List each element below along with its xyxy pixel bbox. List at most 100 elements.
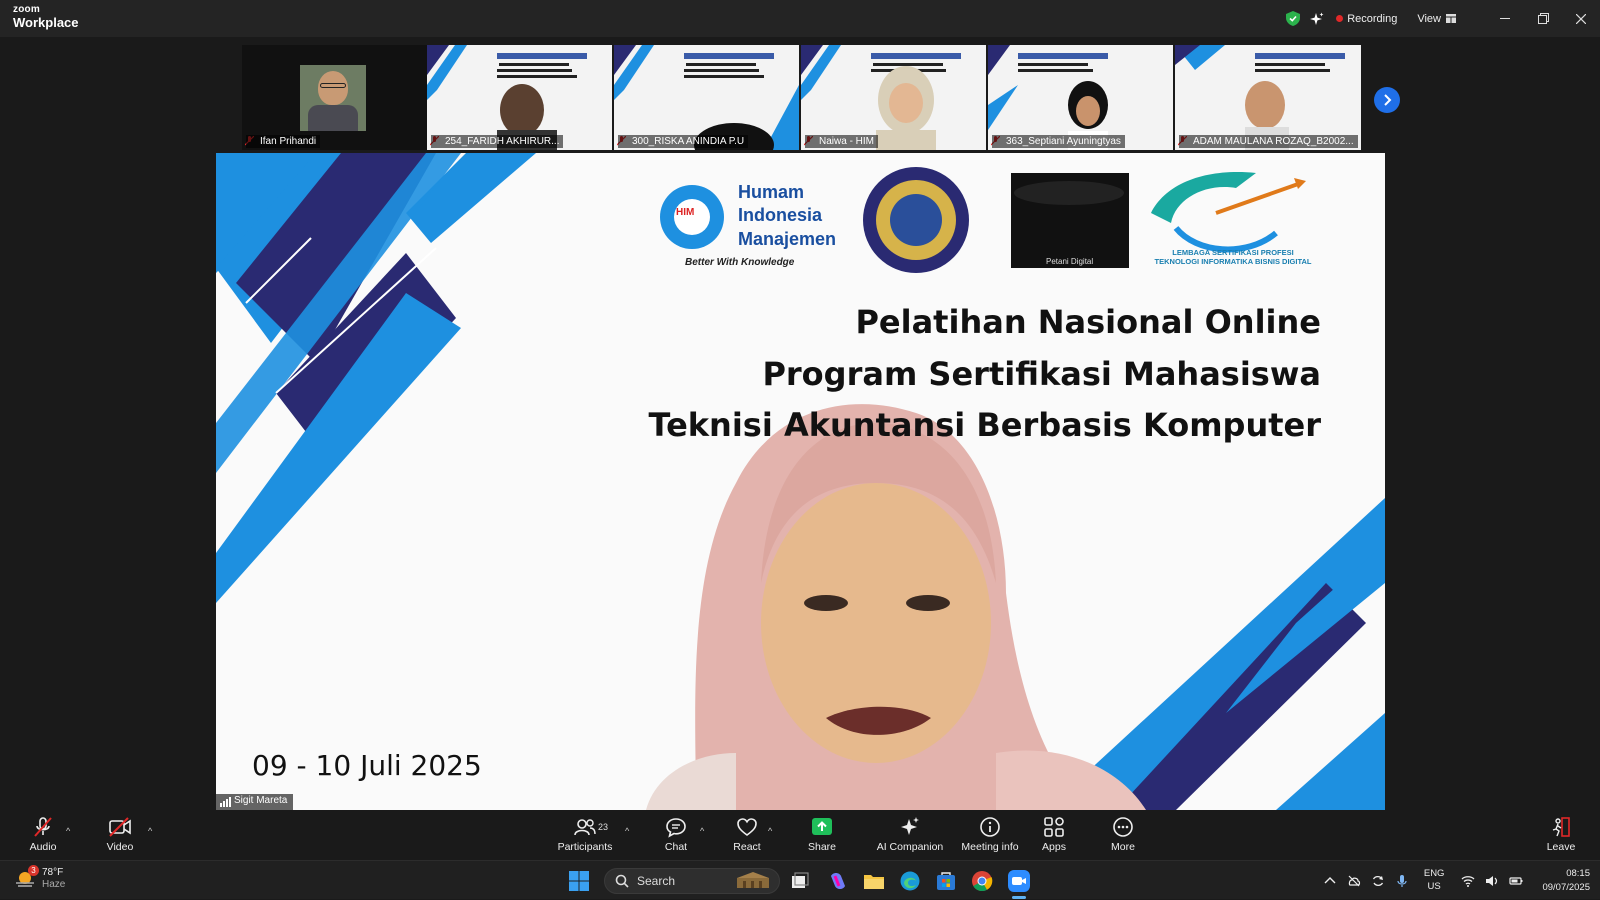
file-explorer-icon[interactable] — [863, 870, 885, 892]
audio-button[interactable]: Audio — [3, 816, 83, 853]
participants-icon — [574, 819, 596, 836]
him-tagline: Better With Knowledge — [685, 257, 795, 268]
participant-name: Naiwa - HIM — [805, 135, 879, 148]
share-label: Share — [807, 841, 837, 853]
video-options-caret-icon[interactable]: ^ — [148, 826, 152, 836]
signal-bars-icon — [220, 797, 231, 807]
app-logo: zoom Workplace — [13, 5, 79, 30]
encryption-shield-icon[interactable] — [1286, 11, 1301, 26]
weather-widget[interactable]: 3 78°F Haze — [14, 865, 66, 890]
chrome-browser-icon[interactable] — [971, 870, 993, 892]
wifi-icon[interactable] — [1461, 874, 1475, 888]
share-button[interactable]: Share — [782, 816, 862, 853]
sync-icon[interactable] — [1371, 874, 1385, 888]
react-options-caret-icon[interactable]: ^ — [768, 826, 772, 836]
participant-video — [300, 65, 366, 131]
leave-door-icon — [1552, 817, 1570, 837]
video-tile[interactable]: 300_RISKA ANINDIA P.U — [614, 45, 799, 150]
volume-icon[interactable] — [1485, 874, 1499, 888]
more-label: More — [1111, 841, 1135, 853]
info-icon — [980, 817, 1000, 837]
leave-button[interactable]: Leave — [1521, 816, 1600, 853]
participant-name: 300_RISKA ANINDIA P.U — [618, 135, 749, 148]
brand-name: Workplace — [13, 15, 79, 30]
petani-digital-logo: Petani Digital — [1046, 257, 1094, 266]
participants-button[interactable]: Participants — [545, 816, 625, 853]
restore-button[interactable] — [1524, 0, 1562, 37]
participants-label: Participants — [557, 841, 613, 853]
react-label: React — [733, 841, 761, 853]
chat-label: Chat — [664, 841, 688, 853]
slide-title-line-2: Program Sertifikasi Mahasiswa — [762, 355, 1321, 393]
ai-companion-label: AI Companion — [876, 841, 944, 853]
participant-name: ADAM MAULANA ROZAQ_B2002... — [1179, 135, 1358, 148]
system-clock[interactable]: 08:15 09/07/2025 — [1542, 867, 1590, 894]
active-speaker-label: Sigit Mareta — [216, 794, 294, 810]
cloud-off-icon[interactable] — [1347, 874, 1361, 888]
him-logo-badge: HIM — [676, 207, 695, 218]
show-hidden-icons-chevron-icon[interactable] — [1323, 874, 1337, 888]
weather-condition: Haze — [42, 879, 66, 890]
recording-indicator[interactable]: Recording — [1336, 13, 1397, 25]
participants-count: 23 — [598, 822, 609, 832]
meeting-info-label: Meeting info — [961, 841, 1019, 853]
gallery-strip: Ifan Prihandi 254_FARIDH AKHIRUR... 300_… — [0, 37, 1600, 153]
zoom-app-icon[interactable] — [1008, 870, 1030, 892]
weather-badge: 3 — [28, 865, 39, 876]
view-label: View — [1417, 12, 1441, 25]
edge-browser-icon[interactable] — [899, 870, 921, 892]
participant-name: 363_Septiani Ayuningtyas — [992, 135, 1125, 148]
apps-button[interactable]: Apps — [1014, 816, 1094, 853]
microphone-in-use-icon[interactable] — [1395, 874, 1409, 888]
minimize-icon — [1500, 18, 1510, 19]
video-tile[interactable]: ADAM MAULANA ROZAQ_B2002... — [1175, 45, 1361, 150]
ai-companion-sparkle-icon — [901, 817, 919, 835]
video-tile[interactable]: 254_FARIDH AKHIRUR... — [427, 45, 612, 150]
minimize-button[interactable] — [1486, 0, 1524, 37]
recording-dot-icon — [1336, 15, 1344, 22]
copilot-icon[interactable] — [827, 870, 849, 892]
search-placeholder: Search — [637, 874, 676, 888]
clock-date: 09/07/2025 — [1542, 881, 1590, 893]
participant-name: Ifan Prihandi — [246, 135, 321, 148]
weather-temp: 78°F — [42, 867, 64, 878]
title-bar: zoom Workplace Recording View — [0, 0, 1600, 37]
slide-title-line-1: Pelatihan Nasional Online — [855, 303, 1321, 341]
slide-title-line-3: Teknisi Akuntansi Berbasis Komputer — [648, 406, 1321, 444]
audio-label: Audio — [29, 841, 57, 853]
video-tile[interactable]: Naiwa - HIM — [801, 45, 986, 150]
heart-icon — [737, 818, 757, 836]
taskbar-search[interactable]: Search — [604, 868, 780, 894]
gallery-next-button[interactable] — [1374, 87, 1400, 113]
video-tile[interactable]: Ifan Prihandi — [242, 45, 427, 150]
participants-options-caret-icon[interactable]: ^ — [625, 826, 629, 836]
close-button[interactable] — [1562, 0, 1600, 37]
more-button[interactable]: More — [1083, 816, 1163, 853]
microsoft-store-icon[interactable] — [935, 870, 957, 892]
close-icon — [1576, 13, 1586, 24]
slide-date: 09 - 10 Juli 2025 — [252, 749, 482, 782]
recording-label: Recording — [1347, 12, 1398, 25]
grid-view-icon — [1446, 14, 1456, 23]
ai-sparkle-icon[interactable] — [1310, 12, 1324, 26]
muted-mic-icon — [34, 817, 52, 837]
video-tile[interactable]: 363_Septiani Ayuningtyas — [988, 45, 1173, 150]
audio-options-caret-icon[interactable]: ^ — [66, 826, 70, 836]
battery-icon[interactable] — [1509, 874, 1523, 888]
view-button[interactable]: View — [1417, 13, 1456, 25]
lsp-logo-text: LEMBAGA SERTIFIKASI PROFESI TEKNOLOGI IN… — [1154, 248, 1312, 267]
input-language[interactable]: ENG US — [1424, 868, 1445, 893]
react-button[interactable]: React — [707, 816, 787, 853]
search-icon — [615, 874, 629, 888]
system-tray: ENG US 08:15 09/07/2025 — [1318, 861, 1590, 900]
clock-time: 08:15 — [1566, 868, 1590, 880]
share-screen-icon — [812, 818, 832, 835]
more-dots-icon — [1113, 817, 1133, 837]
windows-start-icon[interactable] — [568, 870, 590, 892]
task-view-icon[interactable] — [789, 870, 811, 892]
chat-options-caret-icon[interactable]: ^ — [700, 826, 704, 836]
search-highlight-icon — [737, 872, 769, 888]
participant-name: 254_FARIDH AKHIRUR... — [431, 135, 564, 148]
chat-icon — [666, 818, 686, 838]
speaker-name: Sigit Mareta — [234, 795, 288, 806]
